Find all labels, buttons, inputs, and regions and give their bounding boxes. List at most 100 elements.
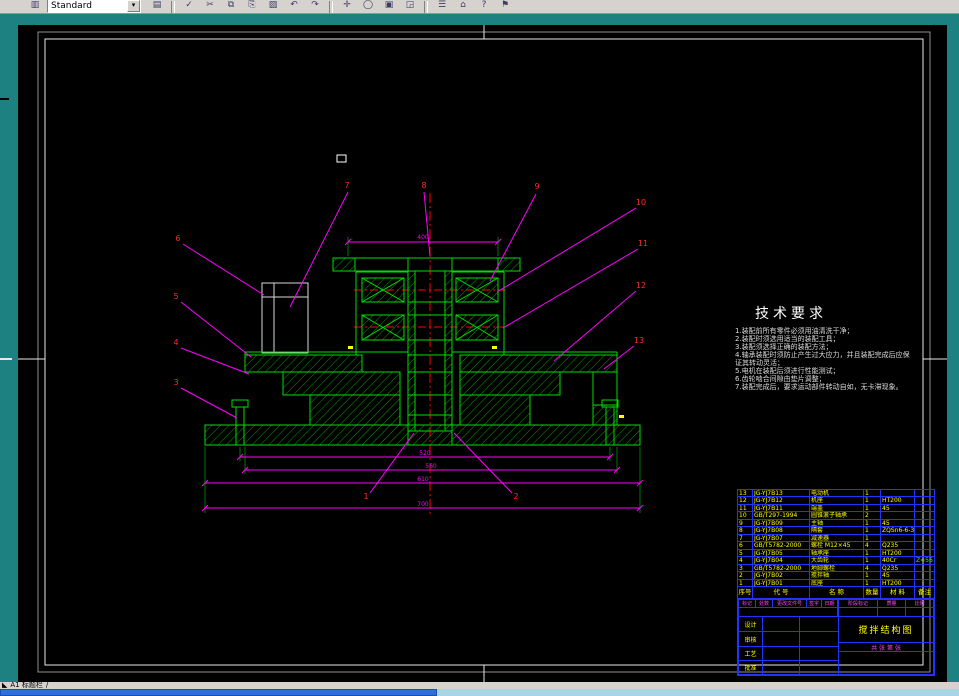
dim-flange-span[interactable]: 560: [425, 463, 437, 470]
bom-qty: 1: [863, 549, 880, 557]
copy-icon[interactable]: ⧉: [222, 0, 240, 13]
callout-7[interactable]: 7: [344, 181, 349, 190]
callout-6[interactable]: 6: [175, 234, 180, 243]
dim-base-span[interactable]: 610: [417, 476, 429, 483]
callout-10[interactable]: 10: [636, 198, 646, 207]
bom-no: 8: [739, 527, 743, 534]
tech-requirement-item: 3.装配须选择正确的装配方法；: [735, 343, 833, 351]
table-row[interactable]: 6 GB/T5782-2000 螺栓 M12×45 4 Q235: [738, 542, 934, 550]
bom-header-material: 材 料: [880, 587, 914, 598]
zoom-realtime-icon[interactable]: ◯: [359, 0, 377, 13]
bom-header-qty: 数量: [863, 587, 880, 598]
tab-divider: /: [45, 681, 49, 689]
bom-qty: 2: [863, 512, 880, 519]
titleblock-designer-label: 设计: [738, 616, 763, 632]
titleblock-process-date: [799, 646, 839, 661]
bom-code: JG-YJ7B07: [752, 534, 809, 542]
style-dropdown[interactable]: Standard ▾: [47, 0, 141, 13]
bom-remark: [914, 534, 934, 542]
callout-3[interactable]: 3: [173, 378, 178, 387]
bom-name: 减速器: [809, 534, 863, 542]
callout-1[interactable]: 1: [363, 492, 368, 501]
bom-qty: 1: [863, 572, 880, 579]
technical-requirements: 技术要求 1.装配前所有零件必须用油清洗干净； 2.装配时须选用适当的装配工具； 3…: [735, 303, 915, 391]
titleblock-checker-date: [799, 631, 839, 647]
table-row[interactable]: 8 JG-YJ7B08 隔套 1 ZQSn6-6-3: [738, 527, 934, 535]
table-row[interactable]: 4 JG-YJ7B04 大齿轮 1 40Cr Z=56: [738, 557, 934, 565]
callout-2[interactable]: 2: [513, 492, 518, 501]
model-canvas[interactable]: 400 520 560 610 700 1 2 3 4 5 6 7 8 9 10…: [18, 25, 947, 682]
bom-material: 45: [880, 504, 914, 512]
bom-qty: 1: [863, 557, 880, 564]
standards-icon[interactable]: ▥: [26, 0, 44, 13]
designcenter-icon[interactable]: ⌂: [454, 0, 472, 13]
pan-icon[interactable]: ✛: [338, 0, 356, 13]
title-block[interactable]: 标记 处数 更改文件号 签字 日期 设计 审核 工艺 批准 阶段标记 质量 比例…: [737, 598, 935, 676]
bom-name: 圆锥滚子轴承: [809, 512, 863, 519]
bom-material: [880, 512, 914, 519]
callout-9[interactable]: 9: [534, 182, 539, 191]
layout-tab-strip: ◣ A1 标题栏 /: [0, 682, 959, 689]
help-icon[interactable]: ?: [475, 0, 493, 13]
properties-icon[interactable]: ☰: [433, 0, 451, 13]
callout-12[interactable]: 12: [636, 281, 646, 290]
publish-icon[interactable]: ⚑: [496, 0, 514, 13]
bom-qty: 1: [863, 534, 880, 542]
tab-layout-a1[interactable]: A1 标题栏: [10, 682, 42, 689]
bom-code: GB/T5782-2000: [752, 542, 809, 549]
bom-name: 隔套: [809, 527, 863, 534]
bom-material: 40Cr: [880, 557, 914, 564]
table-row[interactable]: 2 JG-YJ7B02 搅拌轴 1 45: [738, 572, 934, 580]
tech-requirement-item: 6.齿轮啮合间隙由垫片调整；: [735, 375, 826, 383]
bom-code: JG-YJ7B09: [752, 519, 809, 527]
undo-icon[interactable]: ↶: [285, 0, 303, 13]
zoom-previous-icon[interactable]: ◲: [401, 0, 419, 13]
tech-requirement-item: 1.装配前所有零件必须用油清洗干净；: [735, 327, 854, 335]
zoom-window-icon[interactable]: ▣: [380, 0, 398, 13]
bom-header-row: 序号 代 号 名 称 数量 材 料 备注: [738, 587, 934, 598]
match-properties-icon[interactable]: ▨: [264, 0, 282, 13]
callout-11[interactable]: 11: [638, 239, 648, 248]
callout-8[interactable]: 8: [421, 181, 426, 190]
spellcheck-icon[interactable]: ✓: [180, 0, 198, 13]
table-row[interactable]: 1 JG-YJ7B01 底座 1 HT200: [738, 579, 934, 588]
bom-name: 大齿轮: [809, 557, 863, 564]
table-row[interactable]: 7 JG-YJ7B07 减速器 1: [738, 534, 934, 543]
scrollbar-thumb[interactable]: [0, 689, 437, 696]
bom-code: GB/T5782-2000: [752, 564, 809, 572]
callout-13[interactable]: 13: [634, 336, 644, 345]
paste-icon[interactable]: ⎘: [243, 0, 261, 13]
bom-name: 底座: [809, 579, 863, 587]
bom-remark: [914, 519, 934, 527]
cut-icon[interactable]: ✂: [201, 0, 219, 13]
bom-material: Q235: [880, 542, 914, 549]
bom-name: 主轴: [809, 519, 863, 527]
chevron-down-icon[interactable]: ▾: [127, 0, 140, 12]
table-row[interactable]: 9 JG-YJ7B09 主轴 1 45: [738, 519, 934, 528]
bom-no: 2: [739, 572, 743, 579]
table-row[interactable]: 3 GB/T5782-2000 地脚螺栓 4 Q235: [738, 564, 934, 573]
titleblock-approve-label: 批准: [738, 660, 763, 675]
bom-remark: [914, 564, 934, 572]
bom-name: 地脚螺栓: [809, 564, 863, 572]
dimension-lines[interactable]: 400 520 560 610 700: [201, 234, 644, 513]
bom-header-no: 序号: [738, 588, 752, 596]
callout-4[interactable]: 4: [173, 338, 178, 347]
ruler-mark: [0, 98, 9, 100]
parts-list-table[interactable]: 13 JG-YJ7B13 电动机 1 12 JG-YJ7B12 机座 1 HT2…: [737, 489, 935, 599]
layers-icon[interactable]: ▤: [148, 0, 166, 13]
tab-corner-icon: ◣: [2, 681, 8, 689]
dim-bolt-span[interactable]: 520: [419, 450, 431, 457]
callout-5[interactable]: 5: [173, 292, 178, 301]
table-row[interactable]: 12 JG-YJ7B12 机座 1 HT200: [738, 497, 934, 505]
table-row[interactable]: 11 JG-YJ7B11 端盖 1 45: [738, 504, 934, 513]
bom-no: 4: [739, 557, 743, 564]
dim-top[interactable]: 400: [417, 234, 429, 241]
dim-overall[interactable]: 700: [417, 501, 429, 508]
table-row[interactable]: 13 JG-YJ7B13 电动机 1: [738, 490, 934, 498]
horizontal-scrollbar[interactable]: [0, 689, 959, 696]
table-row[interactable]: 10 GB/T297-1994 圆锥滚子轴承 2: [738, 512, 934, 520]
redo-icon[interactable]: ↷: [306, 0, 324, 13]
table-row[interactable]: 5 JG-YJ7B05 轴承座 1 HT200: [738, 549, 934, 558]
bom-remark: [914, 579, 934, 587]
